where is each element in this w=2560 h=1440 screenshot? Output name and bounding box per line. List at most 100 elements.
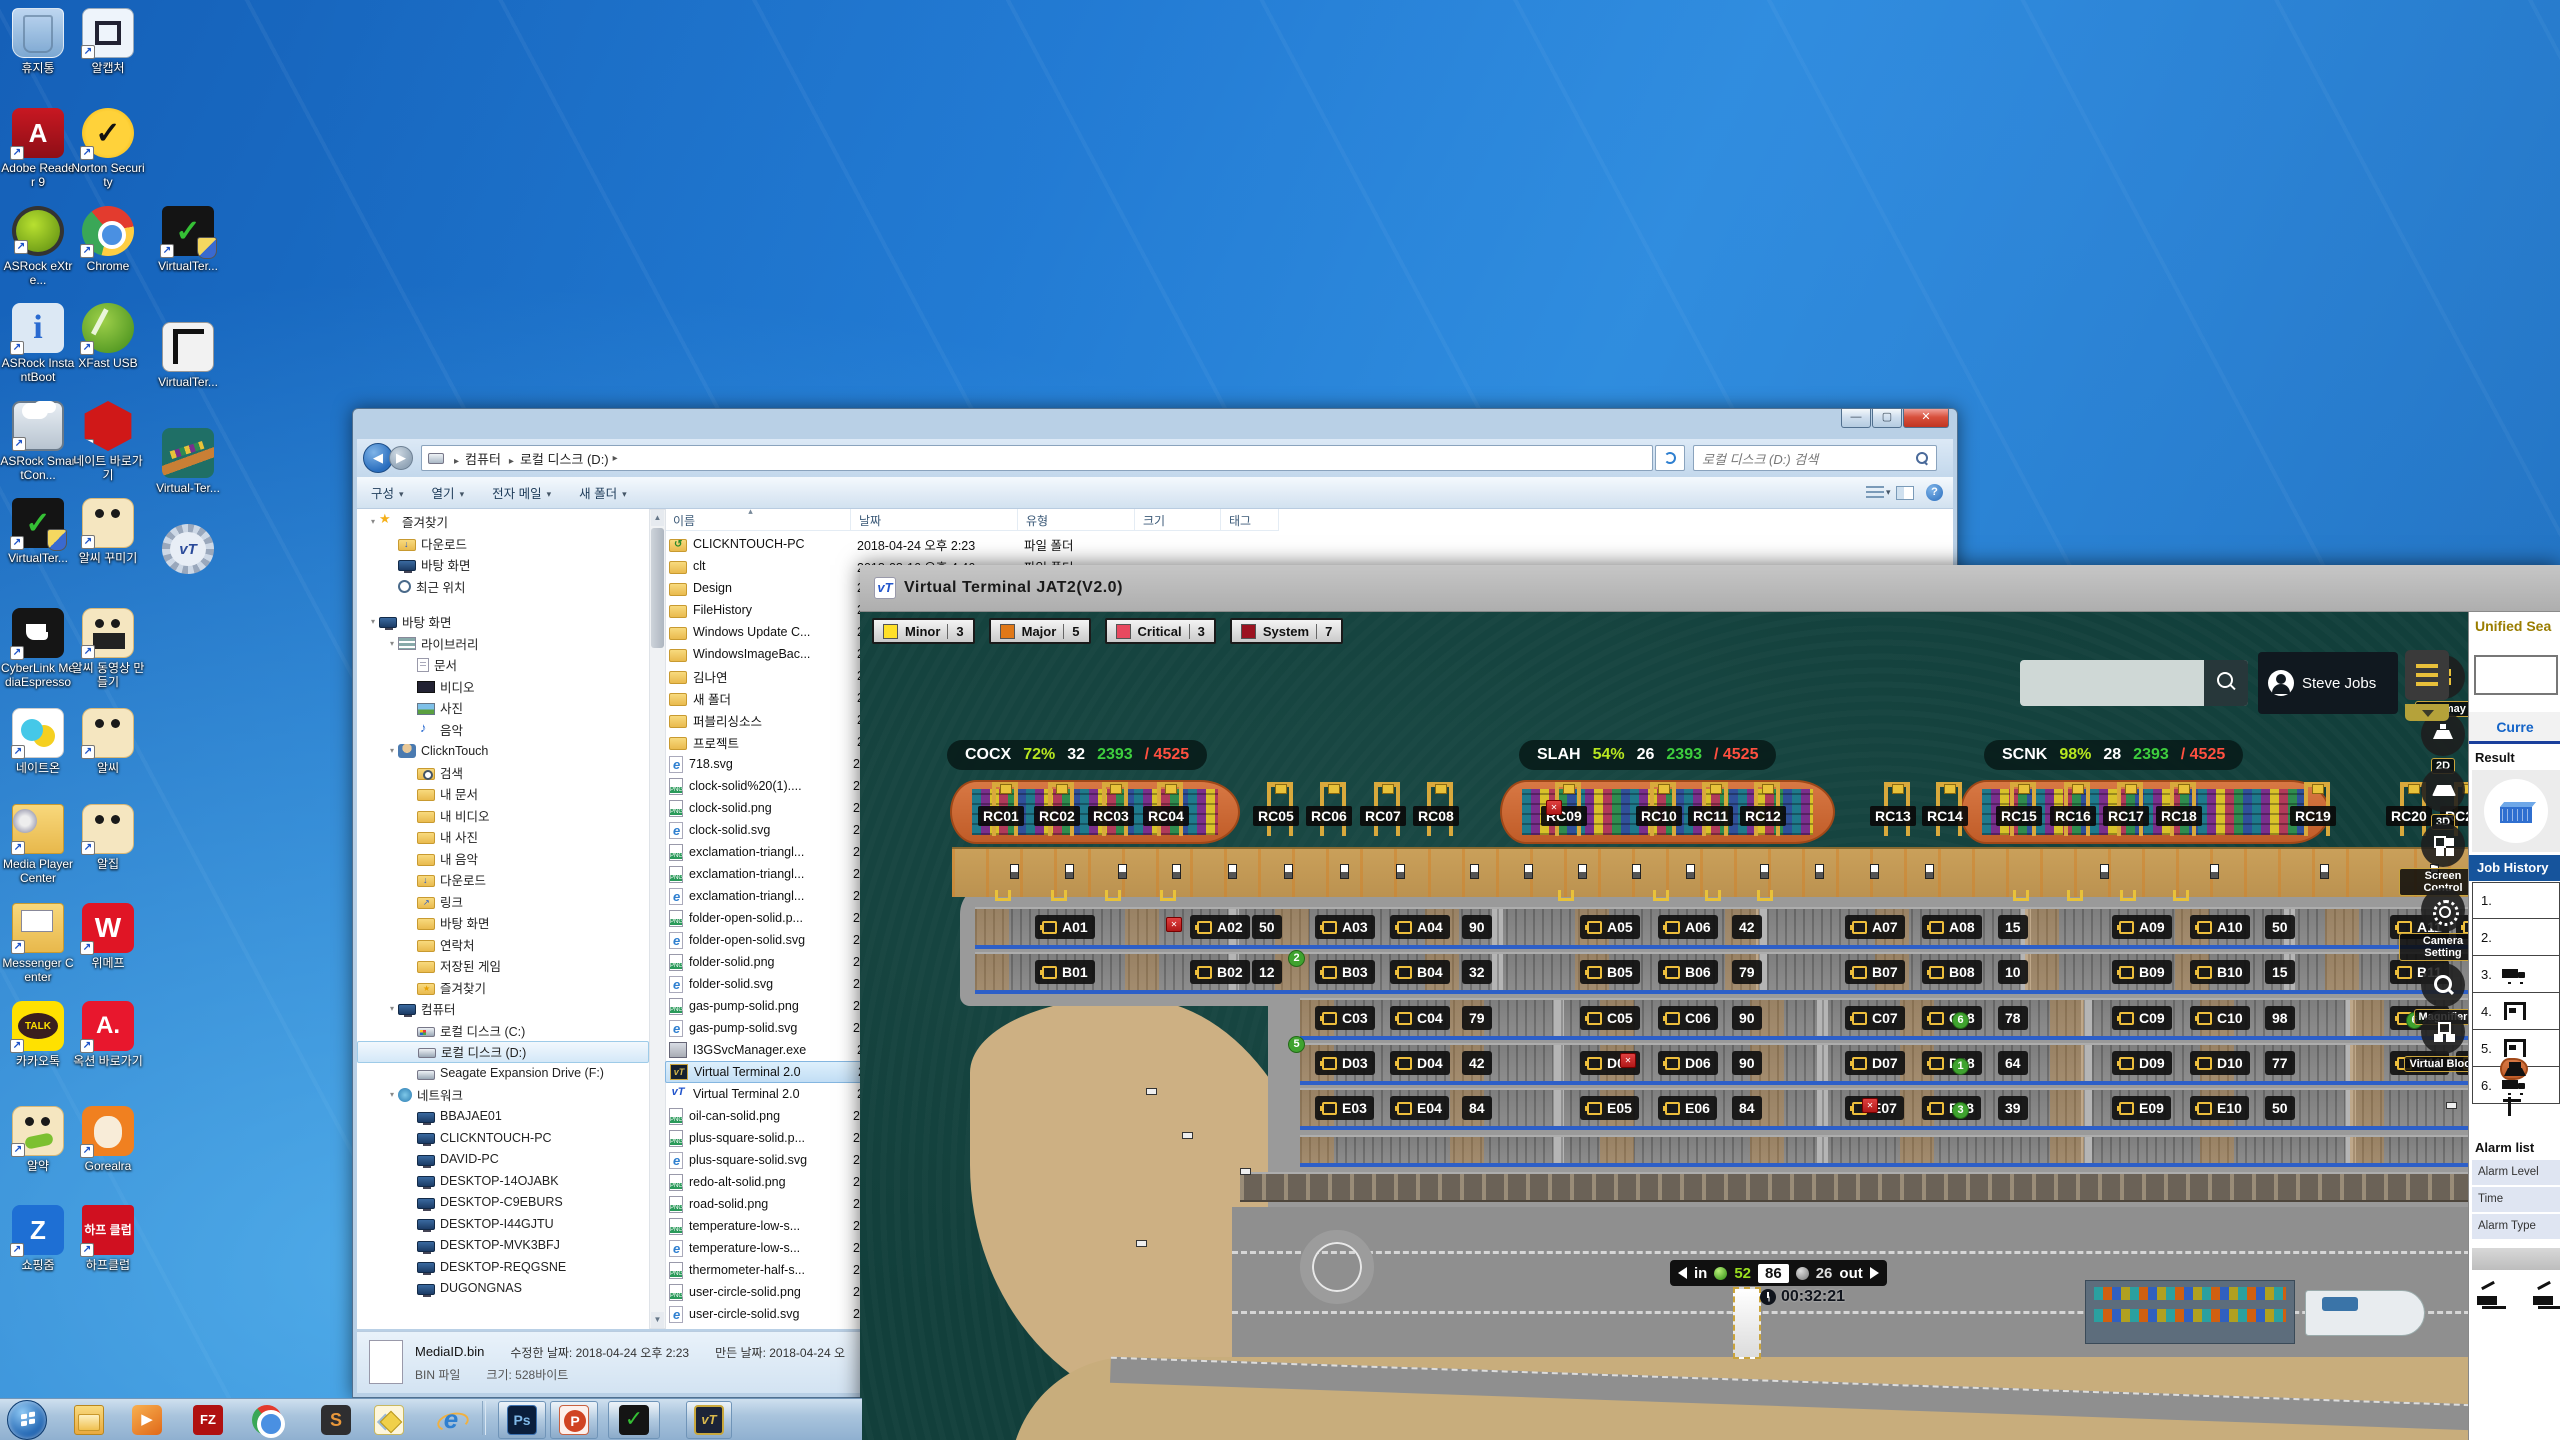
search-box[interactable]: 로컬 디스크 (D:) 검색: [1693, 445, 1937, 471]
block-count[interactable]: 10: [1998, 960, 2028, 984]
minimize-button[interactable]: —: [1841, 409, 1871, 428]
tree-item[interactable]: 문서: [357, 654, 649, 676]
vessel-status-chip[interactable]: COCX 72% 32 2393 4525: [947, 740, 1207, 770]
tree-item[interactable]: DAVID-PC: [357, 1149, 649, 1171]
block-count[interactable]: 50: [2265, 915, 2295, 939]
block-count[interactable]: 98: [2265, 1006, 2295, 1030]
quay-crane[interactable]: RC06: [1318, 782, 1348, 912]
tree-item[interactable]: ▾ 바탕 화면: [357, 611, 649, 633]
block-count[interactable]: 79: [1462, 1006, 1492, 1030]
tree-item[interactable]: 음악: [357, 719, 649, 741]
quay-crane[interactable]: RC03: [1100, 782, 1130, 912]
desktop-icon[interactable]: 알씨: [70, 708, 146, 775]
tree-item[interactable]: 사진: [357, 697, 649, 719]
scroll-down-icon[interactable]: ▼: [651, 1312, 664, 1328]
search-icon[interactable]: [1916, 452, 1928, 464]
column-header[interactable]: 날짜: [851, 509, 1018, 530]
block-label[interactable]: C04: [1390, 1006, 1450, 1030]
tree-item[interactable]: [357, 597, 649, 611]
block-count[interactable]: 15: [1998, 915, 2028, 939]
block-label[interactable]: A04: [1390, 915, 1450, 939]
yard-strip[interactable]: [1240, 1172, 2560, 1202]
crane-label[interactable]: RC13: [1870, 806, 1916, 826]
job-history-item[interactable]: 3.: [2472, 956, 2560, 993]
alarm-marker-icon[interactable]: [1166, 917, 1182, 932]
forward-button[interactable]: ▶: [389, 446, 413, 470]
desktop-icon[interactable]: VirtualTer...: [0, 498, 76, 565]
vessel-status-chip[interactable]: SLAH 54% 26 2393 4525: [1519, 740, 1776, 770]
block-label[interactable]: A06: [1658, 915, 1718, 939]
alarm-chip[interactable]: Major 5: [989, 618, 1091, 644]
tree-item[interactable]: 내 사진: [357, 826, 649, 848]
crane-label[interactable]: RC16: [2050, 806, 2096, 826]
menu-dropdown-button[interactable]: [2405, 704, 2449, 721]
map-tool-icon[interactable]: [2421, 963, 2465, 1007]
vt-search-icon[interactable]: [2204, 660, 2248, 706]
block-count[interactable]: 64: [1998, 1051, 2028, 1075]
desktop-icon[interactable]: 알씨 동영상 만들기: [70, 608, 146, 689]
tree-item[interactable]: 내 문서: [357, 783, 649, 805]
block-label[interactable]: A01: [1035, 915, 1095, 939]
block-count[interactable]: 12: [1252, 960, 1282, 984]
column-header[interactable]: 크기: [1135, 509, 1221, 530]
file-row[interactable]: CLICKNTOUCH-PC 2018-04-24 오후 2:23 파일 폴더: [665, 533, 1953, 555]
panel-action-button[interactable]: [2472, 1248, 2560, 1270]
scrollbar-thumb[interactable]: [651, 528, 664, 648]
desktop-icon[interactable]: 네이트온: [0, 708, 76, 775]
tree-item[interactable]: 비디오: [357, 676, 649, 698]
expander-icon[interactable]: ▾: [367, 617, 379, 626]
block-label[interactable]: B09: [2112, 960, 2172, 984]
block-label[interactable]: B07: [1845, 960, 1905, 984]
desktop-icon[interactable]: Media Player Center: [0, 804, 76, 885]
block-label[interactable]: A09: [2112, 915, 2172, 939]
quay-crane[interactable]: RC19: [2302, 782, 2332, 912]
quay-crane[interactable]: RC08: [1425, 782, 1455, 912]
crane-label[interactable]: RC19: [2290, 806, 2336, 826]
expander-icon[interactable]: ▾: [386, 1090, 398, 1099]
desktop-icon[interactable]: ASRock InstantBoot: [0, 303, 76, 384]
column-header[interactable]: 이름: [665, 509, 851, 530]
taskbar-item[interactable]: [242, 1401, 292, 1439]
command-bar-item[interactable]: 구성: [357, 483, 418, 502]
quay-crane[interactable]: RC18: [2168, 782, 2198, 912]
crane-label[interactable]: RC06: [1306, 806, 1352, 826]
block-count[interactable]: 84: [1732, 1096, 1762, 1120]
block-label[interactable]: D07: [1845, 1051, 1905, 1075]
help-icon[interactable]: ?: [1926, 484, 1943, 501]
expander-icon[interactable]: ▾: [386, 1004, 398, 1013]
block-label[interactable]: B10: [2190, 960, 2250, 984]
maximize-button[interactable]: ▢: [1872, 409, 1902, 428]
quay-crane[interactable]: RC16: [2062, 782, 2092, 912]
menu-button[interactable]: [2405, 650, 2449, 700]
block-label[interactable]: A02: [1190, 915, 1250, 939]
block-label[interactable]: D04: [1390, 1051, 1450, 1075]
scroll-up-icon[interactable]: ▲: [651, 510, 664, 526]
panel-search-input[interactable]: [2474, 655, 2558, 695]
desktop-icon[interactable]: Adobe Reader 9: [0, 108, 76, 189]
status-badge[interactable]: 3: [1952, 1102, 1969, 1119]
alarm-marker-icon[interactable]: [1862, 1098, 1878, 1113]
block-count[interactable]: 78: [1998, 1006, 2028, 1030]
tree-item[interactable]: DESKTOP-14OJABK: [357, 1170, 649, 1192]
taskbar-item[interactable]: [608, 1401, 660, 1439]
taskbar-item[interactable]: [428, 1401, 474, 1439]
desktop-icon[interactable]: 쇼핑줌: [0, 1205, 76, 1272]
crane-label[interactable]: RC05: [1253, 806, 1299, 826]
taskbar-item[interactable]: [186, 1401, 230, 1439]
desktop-icon[interactable]: 알캡처: [70, 8, 146, 75]
quay-crane[interactable]: RC05: [1265, 782, 1295, 912]
block-label[interactable]: D03: [1315, 1051, 1375, 1075]
tree-item[interactable]: 바탕 화면: [357, 554, 649, 576]
job-history-item[interactable]: 4.: [2472, 993, 2560, 1030]
tree-item[interactable]: 최근 위치: [357, 576, 649, 598]
block-label[interactable]: D09: [2112, 1051, 2172, 1075]
tree-item[interactable]: 내 음악: [357, 848, 649, 870]
desktop-icon[interactable]: VirtualTer...: [150, 322, 226, 389]
desktop-icon[interactable]: Chrome: [70, 206, 146, 273]
command-bar-item[interactable]: 새 폴더: [565, 483, 641, 502]
map-tool-icon[interactable]: [2421, 1010, 2465, 1054]
quay-crane[interactable]: RC14: [1934, 782, 1964, 912]
panel-tab[interactable]: Curre: [2469, 712, 2560, 744]
status-badge[interactable]: 1: [1952, 1058, 1969, 1075]
block-label[interactable]: B05: [1580, 960, 1640, 984]
